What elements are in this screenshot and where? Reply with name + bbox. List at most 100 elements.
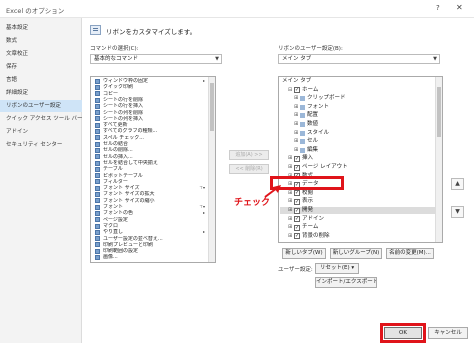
add-button[interactable]: 追加(A) >> <box>229 150 269 160</box>
command-icon <box>95 84 100 90</box>
scroll-thumb[interactable] <box>210 83 214 131</box>
list-item-label: 印刷プレビューと印刷 <box>103 241 154 248</box>
command-icon <box>95 147 100 153</box>
tree-item[interactable]: ⊞ 編集 <box>280 147 436 154</box>
custom-label: ユーザー設定: <box>278 267 313 273</box>
nav-item[interactable]: アドイン <box>0 126 82 138</box>
group-icon <box>300 130 305 136</box>
list-item-label: シートの行を挿入 <box>103 103 144 110</box>
commands-scrollbar[interactable] <box>208 77 215 262</box>
tree-item-label: ページ レイアウト <box>302 164 348 170</box>
command-icon <box>95 160 100 166</box>
tree-item-label: フォント <box>307 103 330 110</box>
list-item-label: 画像... <box>103 254 118 261</box>
command-icon <box>95 135 100 141</box>
command-icon <box>95 204 100 210</box>
tree-item-label: 背景の削除 <box>302 232 330 239</box>
list-item-label: ピボットテーブル <box>103 172 143 179</box>
tree-item[interactable]: メイン タブ <box>280 78 436 85</box>
command-icon <box>95 129 100 135</box>
commands-label: コマンドの選択(C): <box>90 46 139 52</box>
import-export-button[interactable]: インポート/エクスポート(P) ▾ <box>315 277 377 288</box>
tab-checkbox[interactable]: ✓ <box>294 207 300 214</box>
tree-item-label: クリップボード <box>307 95 346 102</box>
command-icon <box>95 248 100 254</box>
nav-item[interactable]: セキュリティ センター <box>0 139 82 151</box>
tree-item[interactable]: ⊞ ✓ アドイン <box>280 216 436 223</box>
list-item-label: やり直し <box>103 229 124 236</box>
ribbon-dropdown[interactable]: メイン タブ ▼ <box>278 54 440 64</box>
tree-item[interactable]: ⊞ フォント <box>280 104 436 111</box>
nav-item[interactable]: リボンのユーザー設定 <box>0 100 82 112</box>
commands-list[interactable]: ウィンドウ枠の固定 ▸ クイック印刷 コピー シートの行を削除 シートの行を挿入 シートの列… <box>90 76 216 263</box>
nav-item[interactable]: 数式 <box>0 35 82 47</box>
rename-button[interactable]: 名前の変更(M)... <box>386 248 434 259</box>
command-icon <box>95 255 100 261</box>
tab-checkbox[interactable]: ✓ <box>294 164 300 171</box>
new-group-button[interactable]: 新しいグループ(N) <box>330 248 382 259</box>
move-down-button[interactable]: ▼ <box>451 206 464 218</box>
list-item-label: フォント <box>103 204 124 210</box>
close-icon[interactable]: ✕ <box>456 3 463 12</box>
command-icon <box>95 110 100 116</box>
group-icon <box>300 147 305 153</box>
tab-checkbox[interactable]: ✓ <box>294 216 300 223</box>
tree-item[interactable]: ⊞ ✓ 背景の削除 <box>280 233 436 240</box>
nav-item[interactable]: 文章校正 <box>0 48 82 60</box>
tree-item[interactable]: ⊞ 数値 <box>280 121 436 128</box>
tree-item[interactable]: ⊞ ✓ 表示 <box>280 198 436 205</box>
command-icon <box>95 192 100 198</box>
command-icon <box>95 166 100 172</box>
list-item-label: 印刷範囲の設定 <box>103 248 139 255</box>
nav-item[interactable]: 基本設定 <box>0 22 82 34</box>
tab-checkbox[interactable]: ✓ <box>294 190 300 197</box>
command-icon <box>95 236 100 242</box>
scroll-thumb[interactable] <box>437 87 441 137</box>
tab-checkbox[interactable]: ✓ <box>294 224 300 231</box>
cancel-button[interactable]: キャンセル <box>428 327 468 339</box>
title-bar: Excel のオプション ? ✕ <box>0 0 474 18</box>
ribbon-scrollbar[interactable] <box>435 77 442 242</box>
tree-item[interactable]: ⊞ クリップボード <box>280 95 436 102</box>
list-item[interactable]: 画像... <box>91 254 209 260</box>
command-icon <box>95 97 100 103</box>
list-item-label: シートの行を削除 <box>103 96 144 103</box>
tree-item[interactable]: ⊞ スタイル <box>280 130 436 137</box>
tab-checkbox[interactable]: ✓ <box>294 233 300 240</box>
ribbon-icon <box>90 25 101 35</box>
group-icon <box>300 122 305 127</box>
tree-item[interactable]: ⊞ ✓ 開発 <box>280 207 436 214</box>
commands-dropdown[interactable]: 基本的なコマンド ▼ <box>90 54 222 64</box>
reset-button[interactable]: リセット(E) ▾ <box>315 263 359 274</box>
chevron-down-icon: ▼ <box>215 56 219 62</box>
tree-item[interactable]: ⊞ ✓ ページ レイアウト <box>280 164 436 171</box>
tree-item[interactable]: ⊞ 配置 <box>280 112 436 119</box>
command-icon <box>95 91 100 97</box>
list-item-label: ウィンドウ枠の固定 <box>103 78 149 84</box>
tree-item-label: 表示 <box>302 198 314 205</box>
tree-item[interactable]: ⊞ ✓ チーム <box>280 224 436 231</box>
command-icon <box>95 185 100 191</box>
list-item-label: すべて更新 <box>103 122 128 129</box>
tab-checkbox[interactable]: ✓ <box>294 198 300 205</box>
help-icon[interactable]: ? <box>436 4 440 12</box>
remove-button[interactable]: << 削除(R) <box>229 164 269 174</box>
tree-item[interactable]: ⊟ ✓ ホーム <box>280 87 436 94</box>
nav-item[interactable]: クイック アクセス ツール バー <box>0 113 82 125</box>
list-item-label: フォント サイズ <box>103 185 140 192</box>
nav-item[interactable]: 詳細設定 <box>0 87 82 99</box>
new-tab-button[interactable]: 新しいタブ(W) <box>282 248 326 259</box>
tree-item[interactable]: ⊞ ✓ 校閲 <box>280 190 436 197</box>
nav-item[interactable]: 保存 <box>0 61 82 73</box>
tab-checkbox[interactable]: ✓ <box>294 155 300 162</box>
tab-checkbox[interactable]: ✓ <box>294 87 300 94</box>
command-icon <box>95 154 100 160</box>
tree-item[interactable]: ⊞ ✓ 挿入 <box>280 155 436 162</box>
tree-item-label: チーム <box>302 224 319 231</box>
tree-item-label: アドイン <box>302 215 325 222</box>
command-icon <box>95 116 100 122</box>
tree-item[interactable]: ⊞ セル <box>280 138 436 145</box>
ribbon-tree[interactable]: メイン タブ ⊟ ✓ ホーム ⊞ クリップボード ⊞ フォント ⊞ 配置 ⊞ 数値 ⊞ スタイル ⊞ セル ⊞ 編… <box>278 76 443 243</box>
move-up-button[interactable]: ▲ <box>451 178 464 190</box>
nav-item[interactable]: 言語 <box>0 74 82 86</box>
